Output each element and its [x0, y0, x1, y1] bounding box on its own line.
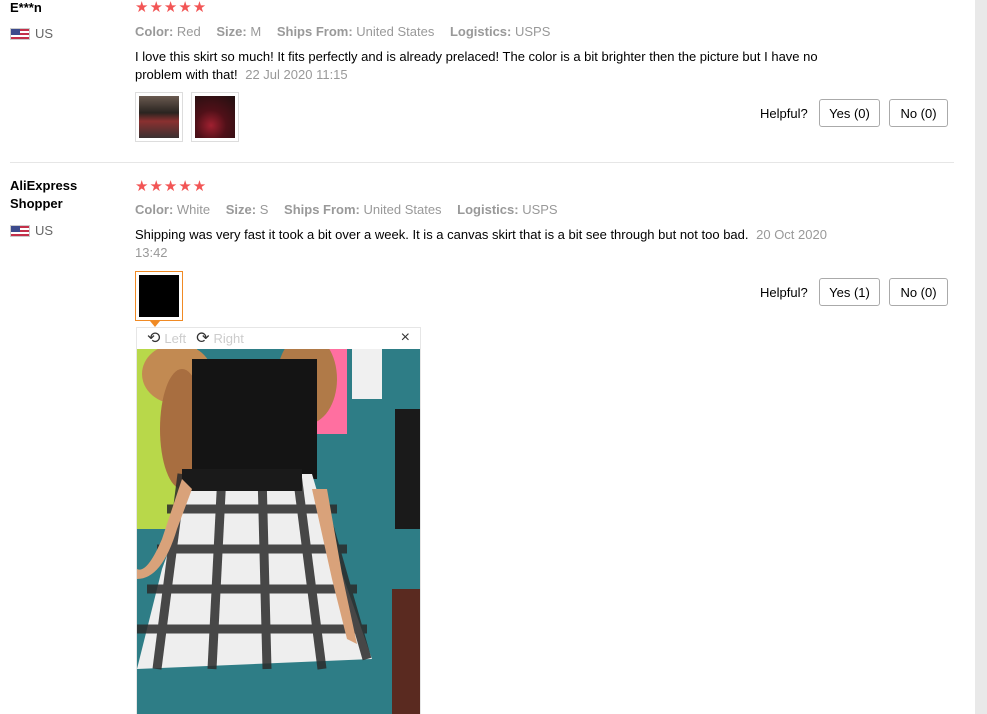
rotate-right-label: Right: [213, 331, 244, 346]
buyer-country: US: [10, 223, 53, 238]
star-rating: ★★★★★: [135, 178, 208, 195]
us-flag-icon: [10, 27, 30, 40]
helpful-yes-button[interactable]: Yes (0): [819, 99, 880, 127]
rotate-right-button[interactable]: ⟳ Right: [196, 329, 244, 347]
review-item: E***n US ★★★★★ Color: Red Size: M Ships …: [0, 0, 960, 162]
review-photo: [139, 96, 179, 138]
review-photo: [139, 275, 179, 317]
color-label: Color:: [135, 202, 174, 217]
photo-viewer: ⟲ Left ⟳ Right ×: [136, 327, 421, 714]
size-label: Size:: [216, 24, 247, 39]
close-icon[interactable]: ×: [401, 329, 410, 347]
review-attributes: Color: Red Size: M Ships From: United St…: [135, 24, 562, 39]
helpful-no-button[interactable]: No (0): [889, 278, 948, 306]
color-label: Color:: [135, 24, 174, 39]
rotate-right-icon: ⟳: [196, 329, 210, 347]
size-value: M: [250, 24, 262, 39]
ships-from-value: United States: [356, 24, 435, 39]
ships-from-label: Ships From:: [276, 24, 353, 39]
buyer-name[interactable]: E***n: [10, 0, 120, 17]
review-photo-thumbnail[interactable]: [191, 92, 239, 142]
helpful-label: Helpful?: [760, 106, 808, 121]
review-attributes: Color: White Size: S Ships From: United …: [135, 202, 570, 217]
review-text: Shipping was very fast it took a bit ove…: [135, 226, 835, 262]
country-code: US: [35, 223, 54, 238]
rotate-left-label: Left: [164, 331, 187, 346]
photo-viewer-toolbar: ⟲ Left ⟳ Right ×: [137, 328, 420, 349]
size-label: Size:: [225, 202, 257, 217]
review-photo-thumbnail[interactable]: [135, 271, 183, 321]
rotate-left-button[interactable]: ⟲ Left: [147, 329, 187, 347]
logistics-label: Logistics:: [457, 202, 519, 217]
review-photo-illustration: [137, 349, 420, 714]
buyer-country: US: [10, 26, 53, 41]
color-value: Red: [176, 24, 201, 39]
star-rating: ★★★★★: [135, 0, 208, 16]
size-value: S: [259, 202, 269, 217]
helpful-yes-button[interactable]: Yes (1): [819, 278, 880, 306]
review-photo: [195, 96, 235, 138]
scrollbar[interactable]: [975, 0, 987, 714]
review-text: I love this skirt so much! It fits perfe…: [135, 48, 850, 84]
review-photo-large: [137, 349, 420, 714]
buyer-name[interactable]: AliExpress Shopper: [10, 177, 120, 213]
ships-from-label: Ships From:: [284, 202, 360, 217]
country-code: US: [35, 26, 54, 41]
review-photo-thumbnail[interactable]: [135, 92, 183, 142]
logistics-label: Logistics:: [449, 24, 512, 39]
logistics-value: USPS: [515, 24, 551, 39]
helpful-no-button[interactable]: No (0): [889, 99, 948, 127]
rotate-left-icon: ⟲: [147, 329, 161, 347]
helpful-label: Helpful?: [760, 285, 808, 300]
color-value: White: [176, 202, 211, 217]
us-flag-icon: [10, 224, 30, 237]
review-body: Shipping was very fast it took a bit ove…: [135, 227, 749, 242]
logistics-value: USPS: [522, 202, 558, 217]
review-date: 22 Jul 2020 11:15: [245, 67, 348, 82]
review-body: I love this skirt so much! It fits perfe…: [135, 49, 818, 82]
ships-from-value: United States: [363, 202, 442, 217]
